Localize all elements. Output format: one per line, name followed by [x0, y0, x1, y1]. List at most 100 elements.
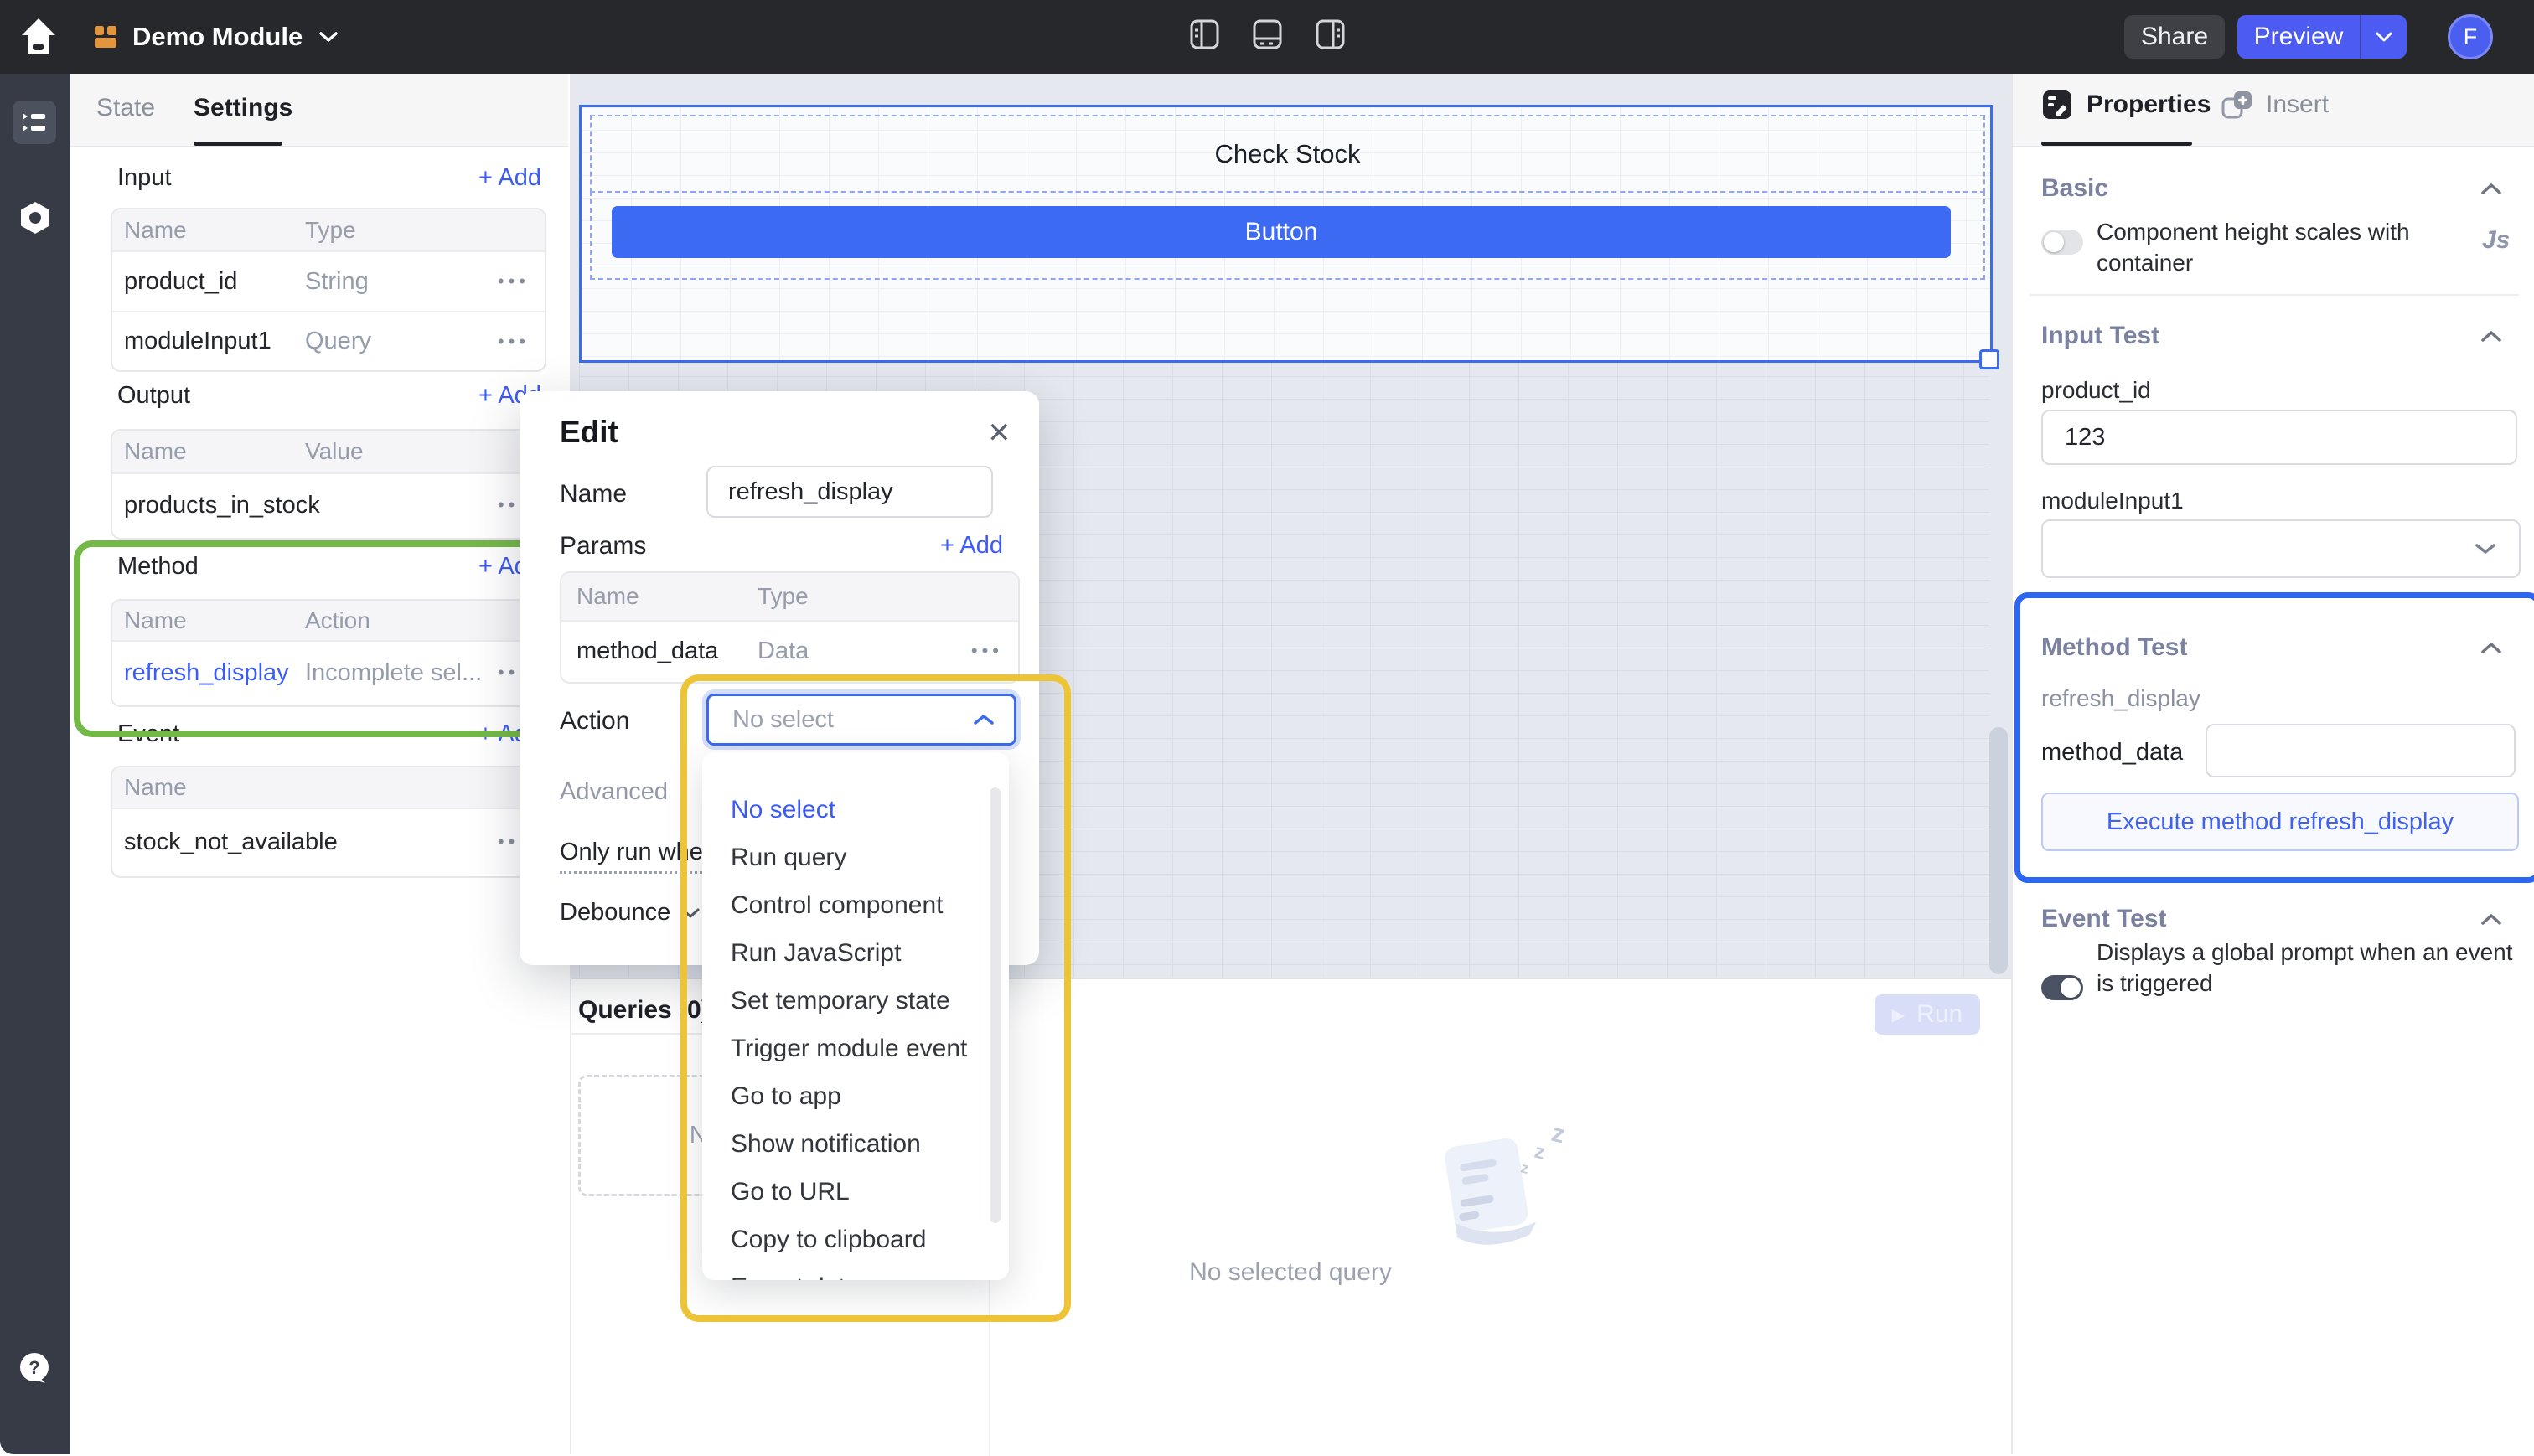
module-header-zone[interactable]: Check Stock [590, 115, 1985, 193]
tab-state[interactable]: State [96, 94, 155, 122]
menu-item[interactable]: Go to app [702, 1072, 1009, 1120]
action-select-value: No select [709, 706, 972, 734]
preview-split-button: Preview [2237, 15, 2407, 59]
run-button[interactable]: ▶ Run [1875, 994, 1980, 1035]
method-col-action: Action [305, 607, 545, 634]
toggle-left-panel-button[interactable] [1190, 19, 1219, 49]
menu-item[interactable]: Export data [702, 1263, 1009, 1280]
chevron-down-icon [680, 906, 701, 920]
row-type: Data [758, 638, 971, 665]
event-prompt-toggle[interactable] [2041, 975, 2083, 1000]
modal-params-add-button[interactable]: + Add [940, 532, 1003, 560]
only-run-when-label[interactable]: Only run when [560, 839, 716, 874]
execute-method-button[interactable]: Execute method refresh_display [2041, 793, 2519, 851]
preview-dropdown-button[interactable] [2361, 31, 2407, 43]
menu-item[interactable]: Trigger module event [702, 1025, 1009, 1072]
method-table: NameAction refresh_display Incomplete se… [111, 599, 546, 707]
product-id-label: product_id [2041, 377, 2151, 404]
collapse-chevron-icon[interactable] [2479, 181, 2504, 196]
menu-item[interactable]: Show notification [702, 1120, 1009, 1168]
tab-properties-underline [2041, 142, 2192, 146]
insert-icon [2221, 89, 2254, 121]
method-data-input[interactable] [2206, 724, 2516, 777]
right-properties-panel: Properties Insert Basic Component height… [2011, 74, 2534, 1454]
params-table: NameType method_data Data ••• [560, 571, 1020, 684]
menu-item[interactable]: Copy to clipboard [702, 1216, 1009, 1263]
menu-item[interactable]: Run query [702, 834, 1009, 881]
collapse-chevron-icon[interactable] [2479, 640, 2504, 655]
toggle-bottom-panel-button[interactable] [1253, 19, 1282, 49]
dropdown-scrollbar[interactable] [990, 787, 1001, 1223]
input-add-button[interactable]: + Add [478, 164, 541, 192]
more-icon[interactable]: ••• [498, 271, 545, 292]
tab-insert-label: Insert [2266, 90, 2329, 119]
modal-params-label: Params [560, 532, 646, 560]
collapse-chevron-icon[interactable] [2479, 328, 2504, 343]
menu-item[interactable]: Go to URL [702, 1168, 1009, 1216]
toggle-right-panel-button[interactable] [1316, 19, 1345, 49]
module-body-zone[interactable]: Button [590, 191, 1985, 280]
resize-handle[interactable] [1979, 349, 1999, 369]
module-input1-select[interactable] [2041, 519, 2521, 578]
module-icon [94, 25, 117, 49]
table-row[interactable]: products_in_stock ••• [112, 474, 545, 536]
tab-settings-underline [194, 142, 282, 146]
menu-item[interactable]: No select [702, 786, 1009, 834]
rail-item-outline[interactable] [13, 101, 56, 144]
menu-item[interactable]: Control component [702, 881, 1009, 929]
input-col-type: Type [305, 217, 545, 244]
more-icon[interactable]: ••• [498, 331, 545, 353]
more-icon[interactable]: ••• [971, 640, 1018, 662]
svg-text:?: ? [28, 1357, 39, 1378]
tree-outline-icon [21, 111, 48, 134]
chevron-down-icon [318, 30, 339, 44]
event-test-title: Event Test [2041, 905, 2167, 933]
modal-name-input[interactable] [706, 466, 993, 518]
preview-button[interactable]: Preview [2237, 23, 2360, 51]
menu-item[interactable]: Run JavaScript [702, 929, 1009, 977]
left-settings-panel: State Settings Input + Add NameType prod… [70, 74, 571, 1454]
tab-insert[interactable]: Insert [2221, 89, 2329, 121]
canvas-button[interactable]: Button [612, 206, 1951, 258]
tab-properties-label: Properties [2087, 90, 2211, 119]
product-id-input[interactable] [2041, 410, 2517, 465]
svg-text:z: z [1533, 1140, 1548, 1164]
module-switcher[interactable]: Demo Module [94, 0, 339, 74]
table-row[interactable]: moduleInput1 Query ••• [112, 311, 545, 370]
svg-text:z: z [1519, 1159, 1531, 1177]
rail-item-module[interactable] [19, 201, 51, 235]
table-row[interactable]: stock_not_available ••• [112, 809, 545, 875]
action-dropdown-menu: No select Run query Control component Ru… [702, 752, 1009, 1280]
height-scale-toggle[interactable] [2041, 230, 2083, 255]
module-title: Demo Module [132, 22, 303, 52]
module-container[interactable]: Check Stock Button [579, 105, 1993, 363]
table-row[interactable]: product_id String ••• [112, 252, 545, 311]
js-icon[interactable]: Js [2482, 226, 2510, 255]
topbar: Demo Module Share Preview F [0, 0, 2534, 74]
chevron-down-icon [2375, 31, 2393, 43]
row-name: method_data [561, 638, 758, 665]
debounce-row[interactable]: Debounce [560, 899, 701, 927]
share-button[interactable]: Share [2124, 15, 2225, 59]
table-row[interactable]: method_data Data ••• [561, 622, 1018, 680]
run-play-icon: ▶ [1892, 1004, 1905, 1025]
table-row[interactable]: refresh_display Incomplete sel... ••• [112, 642, 545, 704]
event-toggle-label: Displays a global prompt when an event i… [2097, 937, 2532, 999]
tab-properties[interactable]: Properties [2041, 89, 2211, 121]
input-section-title: Input [117, 164, 172, 192]
canvas-scrollbar[interactable] [1989, 727, 2008, 974]
tab-settings[interactable]: Settings [194, 94, 292, 122]
avatar[interactable]: F [2448, 14, 2493, 59]
close-icon[interactable]: ✕ [987, 416, 1011, 450]
menu-item[interactable]: Set temporary state [702, 977, 1009, 1025]
home-button[interactable] [20, 17, 57, 57]
debounce-label: Debounce [560, 899, 670, 927]
module-input1-label: moduleInput1 [2041, 488, 2184, 514]
run-button-label: Run [1916, 1000, 1963, 1029]
action-select[interactable]: No select [706, 694, 1016, 746]
no-selected-query-label: No selected query [989, 1258, 1592, 1287]
collapse-chevron-icon[interactable] [2479, 911, 2504, 927]
row-name-link[interactable]: refresh_display [112, 659, 305, 687]
event-table: Name stock_not_available ••• [111, 766, 546, 878]
help-button[interactable]: ? [17, 1351, 52, 1386]
